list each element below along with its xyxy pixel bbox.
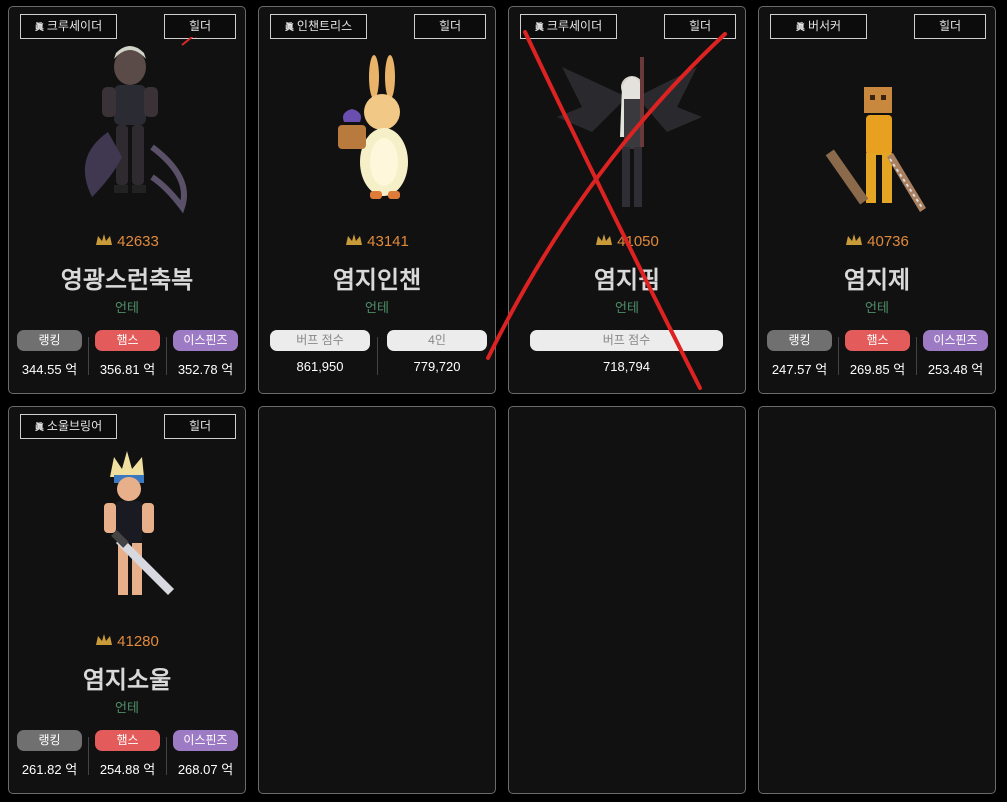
crown-icon [96, 634, 113, 645]
stat-ranking: 랭킹 261.82 억 [17, 730, 82, 778]
character-sprite [104, 451, 174, 595]
ranking-button[interactable]: 랭킹 [767, 330, 832, 351]
score: 43141 [259, 233, 495, 250]
buff-score-value: 861,950 [296, 359, 344, 374]
stat-ispins: 이스핀즈 352.78 억 [173, 330, 238, 378]
divider [166, 737, 167, 775]
buff-score-button[interactable]: 버프 점수 [530, 330, 723, 351]
score: 42633 [9, 233, 245, 250]
divider [166, 337, 167, 375]
buff-score-value: 718,794 [603, 359, 650, 374]
stat-ispins: 이스핀즈 268.07 억 [173, 730, 238, 778]
stats-row: 랭킹 344.55 억 햄스 356.81 억 이스핀즈 352.78 억 [9, 330, 245, 380]
ispins-button[interactable]: 이스핀즈 [173, 730, 238, 751]
crown-icon [96, 234, 113, 245]
role-tag: 힐더 [164, 414, 236, 439]
character-card-4[interactable]: 眞 버서커 힐더 40736 염지제 언테 랭킹 247.57 억 햄스 269.… [758, 6, 996, 394]
hams-button[interactable]: 햄스 [95, 730, 160, 751]
character-sprite [825, 87, 926, 212]
stats-row: 랭킹 247.57 억 햄스 269.85 억 이스핀즈 253.48 억 [759, 330, 995, 380]
character-card-3[interactable]: 眞 크루세이더 힐더 41050 염지핌 언테 버프 점수 718,794 [508, 6, 746, 394]
hams-value: 356.81 억 [99, 362, 156, 377]
server-name: 언테 [115, 700, 139, 715]
ranking-value: 344.55 억 [21, 362, 78, 377]
server-name: 언테 [865, 300, 889, 315]
ispins-value: 268.07 억 [177, 762, 234, 777]
job-tag: 眞 버서커 [770, 14, 867, 39]
four-person-value: 779,720 [413, 359, 461, 374]
crown-icon [846, 234, 863, 245]
hams-value: 269.85 억 [849, 362, 906, 377]
character-name: 염지제 [843, 267, 911, 294]
ranking-button[interactable]: 랭킹 [17, 730, 82, 751]
divider [916, 337, 917, 375]
role-tag: 힐더 [664, 14, 736, 39]
character-card-1[interactable]: 眞 크루세이더 힐더 42633 영광스런축복 언테 랭킹 344.55 억 햄스… [8, 6, 246, 394]
four-person-button[interactable]: 4인 [387, 330, 487, 351]
character-name: 염지소울 [82, 667, 172, 694]
character-name: 염지핌 [593, 267, 661, 294]
stats-row: 랭킹 261.82 억 햄스 254.88 억 이스핀즈 268.07 억 [9, 730, 245, 780]
score: 41050 [509, 233, 745, 250]
crown-icon [346, 234, 363, 245]
stats-row: 버프 점수 861,950 4인 779,720 [259, 330, 495, 380]
job-tag: 眞 크루세이더 [520, 14, 617, 39]
buff-score-button[interactable]: 버프 점수 [270, 330, 370, 351]
empty-card-slot [508, 406, 746, 794]
character-name: 영광스런축복 [60, 267, 194, 294]
ispins-value: 253.48 억 [927, 362, 984, 377]
character-card-2[interactable]: 眞 인챈트리스 힐더 43141 염지인챈 언테 버프 점수 861,950 4인… [258, 6, 496, 394]
server-name: 언테 [615, 300, 639, 315]
role-tag: 힐더 [914, 14, 986, 39]
server-name: 언테 [365, 300, 389, 315]
ispins-button[interactable]: 이스핀즈 [173, 330, 238, 351]
stat-4-person: 4인 779,720 [387, 330, 487, 374]
stat-hams: 햄스 269.85 억 [845, 330, 910, 378]
ranking-value: 247.57 억 [771, 362, 828, 377]
crown-icon [596, 234, 613, 245]
job-tag: 眞 인챈트리스 [270, 14, 367, 39]
stat-hams: 햄스 356.81 억 [95, 330, 160, 378]
job-tag: 眞 소울브링어 [20, 414, 117, 439]
stat-ispins: 이스핀즈 253.48 억 [923, 330, 988, 378]
empty-card-slot [258, 406, 496, 794]
empty-card-slot [758, 406, 996, 794]
server-name: 언테 [115, 300, 139, 315]
stat-buff-score: 버프 점수 718,794 [530, 330, 723, 374]
stat-ranking: 랭킹 247.57 억 [767, 330, 832, 378]
job-tag: 眞 크루세이더 [20, 14, 117, 39]
hams-value: 254.88 억 [99, 762, 156, 777]
divider [88, 337, 89, 375]
character-card-5[interactable]: 眞 소울브링어 힐더 41280 염지소울 언테 랭킹 261.82 억 햄스 2… [8, 406, 246, 794]
hams-button[interactable]: 햄스 [95, 330, 160, 351]
divider [838, 337, 839, 375]
score: 40736 [759, 233, 995, 250]
character-sprite [338, 55, 408, 199]
divider [377, 337, 378, 375]
hams-button[interactable]: 햄스 [845, 330, 910, 351]
ispins-button[interactable]: 이스핀즈 [923, 330, 988, 351]
character-name: 염지인챈 [332, 267, 422, 294]
character-sprite [84, 37, 197, 214]
stat-hams: 햄스 254.88 억 [95, 730, 160, 778]
ranking-value: 261.82 억 [21, 762, 78, 777]
character-sprite [557, 57, 702, 207]
ispins-value: 352.78 억 [177, 362, 234, 377]
ranking-button[interactable]: 랭킹 [17, 330, 82, 351]
role-tag: 힐더 [164, 14, 236, 39]
stats-row: 버프 점수 718,794 [509, 330, 745, 380]
role-tag: 힐더 [414, 14, 486, 39]
stat-buff-score: 버프 점수 861,950 [270, 330, 370, 374]
divider [88, 737, 89, 775]
score: 41280 [9, 633, 245, 650]
stat-ranking: 랭킹 344.55 억 [17, 330, 82, 378]
